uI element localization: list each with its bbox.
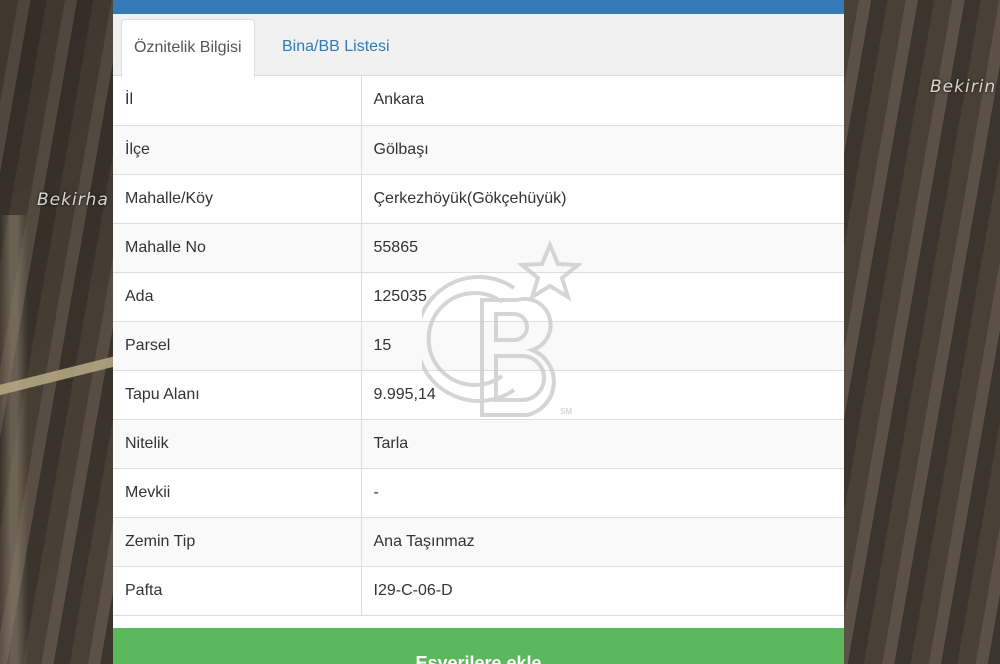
attribute-key: Mevkii — [113, 468, 361, 518]
table-row: Parsel 15 — [113, 321, 844, 371]
table-row: Mevkii - — [113, 468, 844, 518]
table-row: Ada 125035 — [113, 272, 844, 322]
parcel-info-panel: Öznitelik Bilgisi Bina/BB Listesi İl Ank… — [113, 0, 844, 664]
tab-bar: Öznitelik Bilgisi Bina/BB Listesi — [113, 14, 844, 77]
attribute-key: Ada — [113, 272, 361, 322]
attribute-value: Gölbaşı — [360, 125, 844, 175]
table-row: Tapu Alanı 9.995,14 — [113, 370, 844, 420]
panel-header-bar — [113, 0, 844, 14]
tab-building-list[interactable]: Bina/BB Listesi — [270, 19, 402, 76]
table-row: İlçe Gölbaşı — [113, 125, 844, 175]
attribute-value: 55865 — [360, 223, 844, 273]
attribute-table: İl Ankara İlçe Gölbaşı Mahalle/Köy Çerke… — [113, 76, 844, 616]
attribute-value: - — [360, 468, 844, 518]
attribute-key: Tapu Alanı — [113, 370, 361, 420]
table-row: Mahalle No 55865 — [113, 223, 844, 273]
table-row: Mahalle/Köy Çerkezhöyük(Gökçehüyük) — [113, 174, 844, 224]
attribute-key: Zemin Tip — [113, 517, 361, 567]
attribute-value: Ankara — [360, 76, 844, 126]
add-to-equals-button[interactable]: Eşyerilere ekle — [113, 628, 844, 664]
attribute-value: Çerkezhöyük(Gökçehüyük) — [360, 174, 844, 224]
attribute-key: İl — [113, 76, 361, 126]
attribute-value: Ana Taşınmaz — [360, 517, 844, 567]
tab-attribute-info[interactable]: Öznitelik Bilgisi — [121, 19, 255, 77]
table-row: Zemin Tip Ana Taşınmaz — [113, 517, 844, 567]
table-row: Nitelik Tarla — [113, 419, 844, 469]
attribute-value: 15 — [360, 321, 844, 371]
attribute-value: I29-C-06-D — [360, 566, 844, 616]
table-row: İl Ankara — [113, 76, 844, 126]
map-place-label: Bekirha — [37, 190, 109, 210]
attribute-key: Mahalle No — [113, 223, 361, 273]
attribute-key: İlçe — [113, 125, 361, 175]
attribute-key: Mahalle/Köy — [113, 174, 361, 224]
map-road — [0, 215, 28, 664]
attribute-key: Pafta — [113, 566, 361, 616]
attribute-value: Tarla — [360, 419, 844, 469]
attribute-value: 9.995,14 — [360, 370, 844, 420]
attribute-key: Parsel — [113, 321, 361, 371]
map-place-label: Bekirin — [930, 77, 997, 97]
attribute-value: 125035 — [360, 272, 844, 322]
table-row: Pafta I29-C-06-D — [113, 566, 844, 616]
attribute-key: Nitelik — [113, 419, 361, 469]
